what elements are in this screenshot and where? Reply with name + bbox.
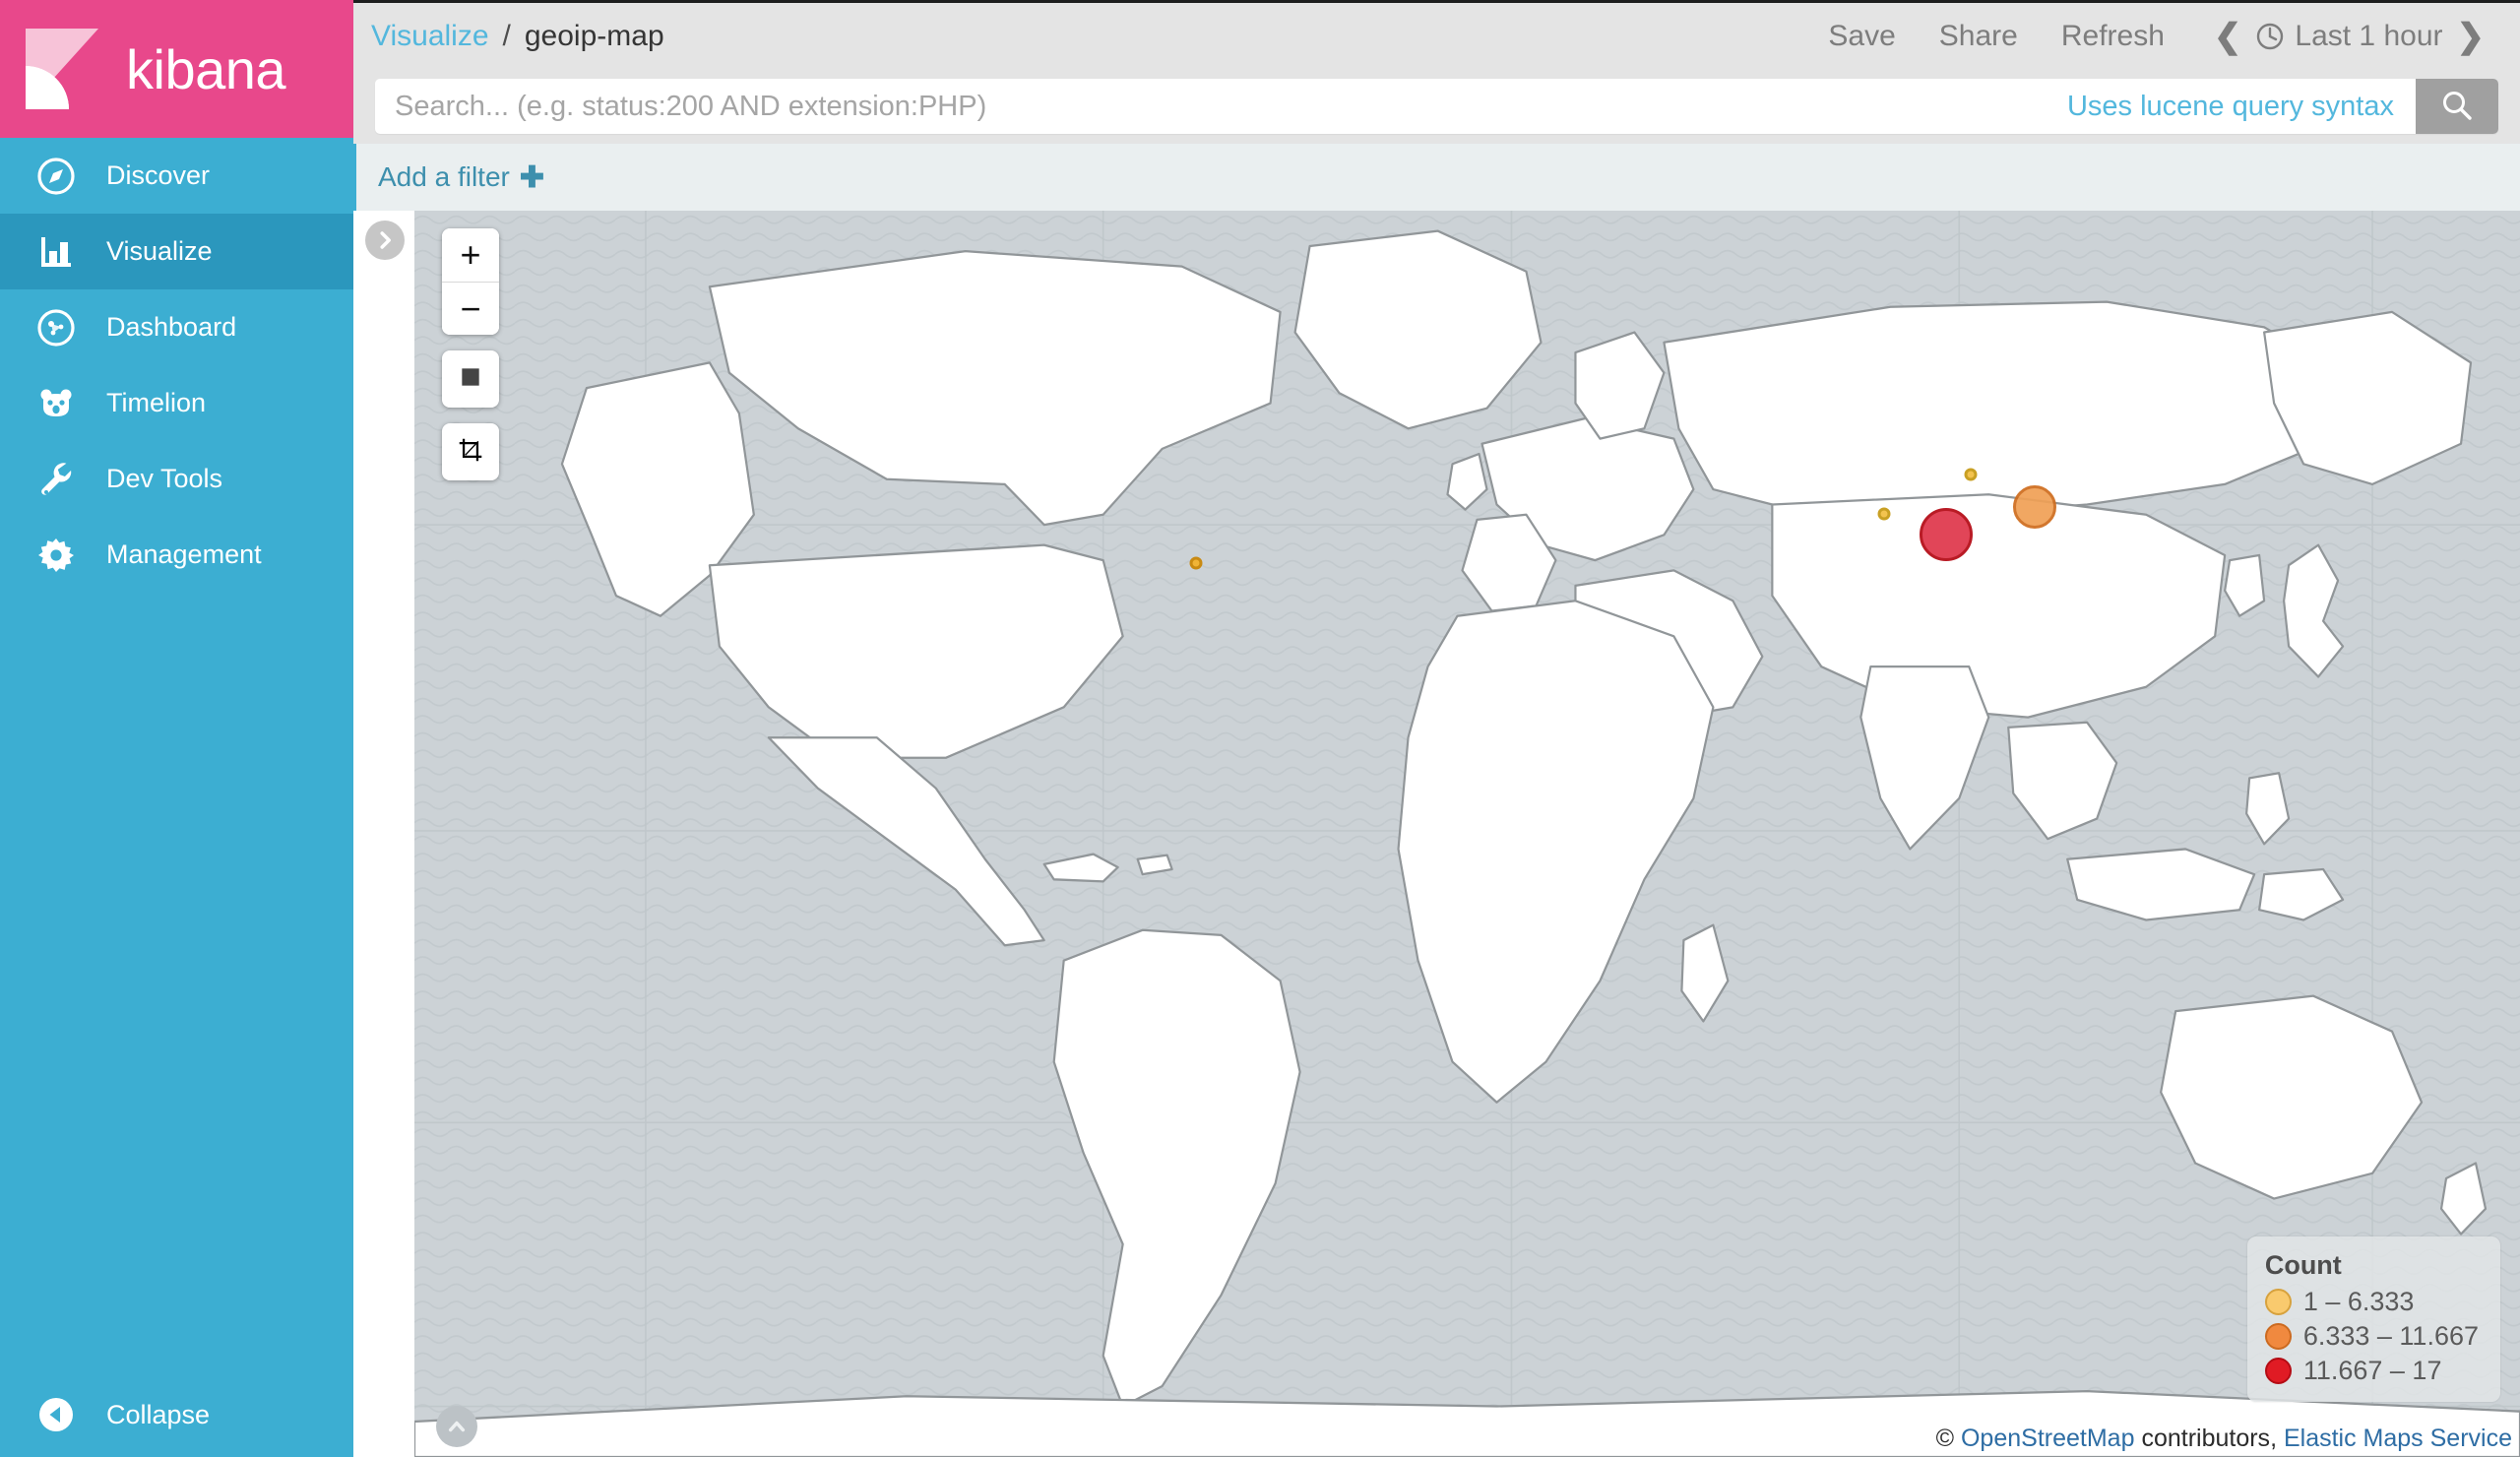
refresh-button[interactable]: Refresh [2040,20,2186,53]
copyright-symbol: © [1935,1425,1955,1452]
legend-range: 6.333 – 11.667 [2302,1321,2479,1351]
draw-rectangle-button[interactable] [442,350,499,408]
wrench-icon [30,460,83,499]
map-controls: + − [442,228,499,480]
breadcrumb: Visualize / geoip-map [371,20,664,53]
sidebar-item-management[interactable]: Management [0,517,353,593]
chevron-right-circle-icon[interactable] [365,221,405,260]
sidebar-item-timelion[interactable]: Timelion [0,365,353,441]
legend-title: Count [2264,1250,2342,1280]
sidebar-item-discover[interactable]: Discover [0,138,353,214]
collapse-button[interactable]: Collapse [0,1372,353,1457]
query-input-wrapper: Uses lucene query syntax [375,79,2498,134]
clock-icon [2255,22,2285,51]
legend-row: 1 – 6.333 [2264,1287,2479,1317]
sidebar: kibana Discover Visualize Dashboard Time… [0,0,353,1457]
sidebar-item-dev-tools[interactable]: Dev Tools [0,441,353,517]
sidebar-item-label: Dev Tools [106,464,223,493]
kibana-logo [22,27,104,111]
search-icon [2440,89,2474,125]
contributors-text: contributors [2141,1425,2271,1452]
chevron-up-circle-icon[interactable] [436,1406,477,1447]
map-legend: Count 1 – 6.333 6.333 – 11.667 11.667 – … [2246,1236,2500,1402]
zoom-control-group: + − [442,228,499,335]
sidebar-item-label: Visualize [106,236,213,266]
plus-icon: ✚ [519,160,544,194]
filled-square-icon [458,364,483,395]
add-filter-button[interactable]: Add a filter ✚ [378,160,544,195]
brand-header: kibana [0,0,353,138]
breadcrumb-separator: / [502,19,511,52]
sidebar-item-label: Discover [106,160,211,190]
zoom-out-button[interactable]: − [442,282,499,335]
top-bar-actions: Save Share Refresh ❮ Last 1 hour ❯ [1806,17,2498,56]
map-marker-east-china[interactable] [1920,507,1974,561]
map-zone: + − Count 1 – 6.333 6.333 – 11.667 11.66… [353,211,2520,1457]
brand-name: kibana [126,37,286,100]
bar-chart-icon [30,232,83,272]
map-marker-caribbean[interactable] [1189,556,1203,570]
crop-icon [458,437,483,468]
chevron-right-icon[interactable]: ❯ [2443,17,2499,56]
compass-icon [30,157,83,196]
sidebar-item-dashboard[interactable]: Dashboard [0,289,353,365]
sidebar-item-label: Dashboard [106,312,237,342]
search-input[interactable] [375,79,2046,134]
legend-row: 11.667 – 17 [2264,1356,2479,1386]
share-button[interactable]: Share [1918,20,2040,53]
map-marker-central-china[interactable] [1877,507,1891,521]
openstreetmap-link[interactable]: OpenStreetMap [1961,1425,2135,1452]
chevron-left-circle-icon [30,1395,83,1434]
query-bar: Uses lucene query syntax [353,69,2520,144]
sidebar-nav: Discover Visualize Dashboard Timelion De… [0,138,353,593]
filter-bar: Add a filter ✚ [353,144,2520,211]
time-picker: ❮ Last 1 hour ❯ [2186,17,2498,56]
legend-swatch [2264,1289,2292,1315]
legend-row: 6.333 – 11.667 [2264,1321,2479,1352]
legend-range: 1 – 6.333 [2302,1287,2415,1316]
time-range-label[interactable]: Last 1 hour [2295,20,2442,53]
world-map[interactable]: + − Count 1 – 6.333 6.333 – 11.667 11.66… [414,211,2520,1457]
bear-icon [30,384,83,423]
sidebar-item-label: Management [106,539,262,569]
zoom-in-button[interactable]: + [442,228,499,282]
breadcrumb-root[interactable]: Visualize [371,20,489,53]
map-basemap [414,211,2520,1457]
collapse-label: Collapse [106,1399,211,1429]
sidebar-item-visualize[interactable]: Visualize [0,214,353,289]
fit-bounds-button[interactable] [442,423,499,480]
chevron-left-icon[interactable]: ❮ [2200,17,2256,56]
legend-swatch [2264,1358,2292,1384]
add-filter-label: Add a filter [378,161,510,192]
map-marker-japan[interactable] [2012,485,2056,530]
attribution-comma: , [2270,1425,2278,1452]
main-area: Visualize / geoip-map Save Share Refresh… [353,0,2520,1457]
legend-swatch [2264,1323,2292,1350]
lucene-syntax-link[interactable]: Uses lucene query syntax [2046,91,2416,123]
save-button[interactable]: Save [1806,20,1917,53]
dashboard-icon [30,308,83,348]
sidebar-item-label: Timelion [106,388,207,417]
map-left-gutter [353,211,414,1457]
kibana-app: kibana Discover Visualize Dashboard Time… [0,0,2520,1457]
top-bar: Visualize / geoip-map Save Share Refresh… [353,0,2520,69]
breadcrumb-current: geoip-map [524,19,664,52]
search-button[interactable] [2416,79,2498,134]
legend-range: 11.667 – 17 [2302,1356,2442,1385]
elastic-maps-service-link[interactable]: Elastic Maps Service [2284,1425,2512,1452]
map-attribution: © OpenStreetMap contributors, Elastic Ma… [1936,1425,2512,1453]
map-marker-korea-north[interactable] [1964,468,1978,481]
gear-icon [30,536,83,575]
